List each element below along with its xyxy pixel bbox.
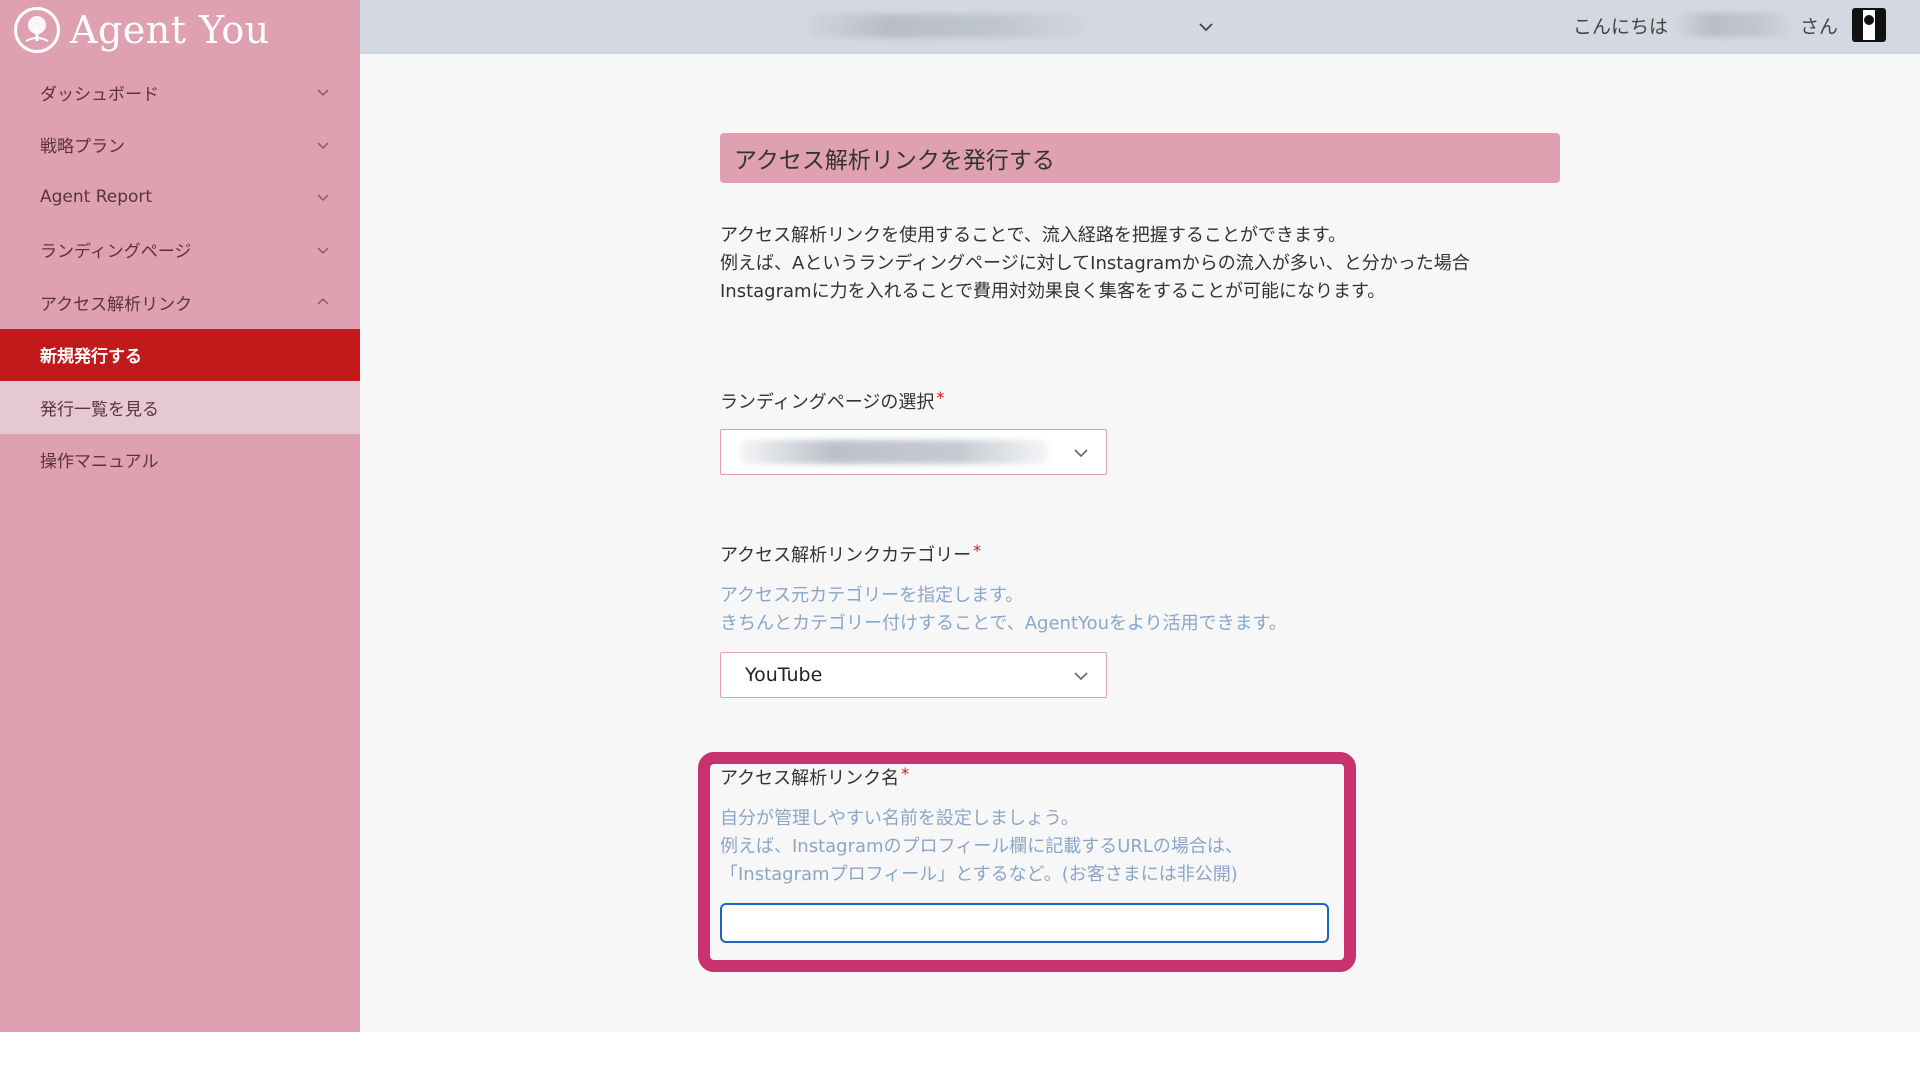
category-label: アクセス解析リンクカテゴリー * bbox=[720, 541, 981, 567]
sidebar-item-label: 操作マニュアル bbox=[40, 452, 159, 473]
sidebar-item-landing-page[interactable]: ランディングページ bbox=[0, 224, 360, 277]
chevron-down-icon bbox=[1072, 667, 1090, 685]
category-label-text: アクセス解析リンクカテゴリー bbox=[720, 545, 972, 566]
top-bar: こんにちは さん bbox=[360, 0, 1920, 54]
link-name-help: 自分が管理しやすい名前を設定しましょう。 例えば、Instagramのプロフィー… bbox=[720, 805, 1243, 889]
sidebar-item-label: 戦略プラン bbox=[40, 137, 125, 158]
avatar[interactable] bbox=[1852, 8, 1886, 42]
sidebar-item-new-issue[interactable]: 新規発行する bbox=[0, 328, 360, 381]
chevron-up-icon bbox=[316, 295, 330, 309]
help-line: アクセス元カテゴリーを指定します。 bbox=[720, 585, 1024, 606]
chevron-down-icon bbox=[316, 138, 330, 152]
chevron-down-icon bbox=[316, 243, 330, 257]
link-name-label: アクセス解析リンク名 * bbox=[720, 764, 909, 790]
tree-logo-icon bbox=[14, 7, 60, 53]
help-line: 例えば、Instagramのプロフィール欄に記載するURLの場合は、 bbox=[720, 836, 1243, 857]
redacted-lp-name bbox=[739, 440, 1049, 464]
page-title: アクセス解析リンクを発行する bbox=[720, 133, 1560, 183]
intro-line: アクセス解析リンクを使用することで、流入経路を把握することができます。 bbox=[720, 225, 1347, 246]
sidebar-item-label: アクセス解析リンク bbox=[40, 294, 193, 315]
required-mark: * bbox=[901, 764, 910, 783]
sidebar-item-issued-list[interactable]: 発行一覧を見る bbox=[0, 381, 360, 434]
logo[interactable]: Agent You bbox=[14, 4, 270, 56]
category-selected-value: YouTube bbox=[745, 664, 823, 686]
sidebar-item-label: 発行一覧を見る bbox=[40, 399, 159, 420]
link-name-label-text: アクセス解析リンク名 bbox=[720, 768, 900, 789]
help-line: 自分が管理しやすい名前を設定しましょう。 bbox=[720, 808, 1079, 829]
lp-select-label: ランディングページの選択 * bbox=[720, 388, 944, 414]
chevron-down-icon bbox=[316, 85, 330, 99]
intro-line: Instagramに力を入れることで費用対効果良く集客をすることが可能になります… bbox=[720, 281, 1386, 302]
chevron-down-icon bbox=[1197, 18, 1215, 36]
intro-line: 例えば、Aというランディングページに対してInstagramからの流入が多い、と… bbox=[720, 253, 1470, 274]
sidebar-item-manual[interactable]: 操作マニュアル bbox=[0, 434, 360, 487]
store-selector[interactable] bbox=[805, 10, 1215, 44]
sidebar-item-label: Agent Report bbox=[40, 187, 153, 208]
sidebar-item-label: ランディングページ bbox=[40, 242, 192, 263]
sidebar-item-label: ダッシュボード bbox=[40, 84, 159, 105]
sidebar-item-agent-report[interactable]: Agent Report bbox=[0, 171, 360, 224]
sidebar-nav: ダッシュボード 戦略プラン Agent Report ランディングページ アクセ… bbox=[0, 66, 360, 486]
sidebar-item-label: 新規発行する bbox=[40, 347, 142, 368]
lp-select[interactable] bbox=[720, 429, 1107, 475]
chevron-down-icon bbox=[316, 190, 330, 204]
chevron-down-icon bbox=[1072, 444, 1090, 462]
sidebar-item-dashboard[interactable]: ダッシュボード bbox=[0, 66, 360, 119]
page-title-text: アクセス解析リンクを発行する bbox=[734, 148, 1055, 174]
sidebar: Agent You ダッシュボード 戦略プラン Agent Report ランデ… bbox=[0, 0, 360, 1032]
greeting-suffix: さん bbox=[1799, 15, 1838, 38]
link-name-input[interactable] bbox=[720, 903, 1329, 943]
intro-text: アクセス解析リンクを使用することで、流入経路を把握することができます。 例えば、… bbox=[720, 222, 1560, 306]
sidebar-item-access-link[interactable]: アクセス解析リンク bbox=[0, 276, 360, 329]
app-window: Agent You ダッシュボード 戦略プラン Agent Report ランデ… bbox=[0, 0, 1920, 1032]
user-greeting: こんにちは さん bbox=[1573, 0, 1886, 50]
category-help: アクセス元カテゴリーを指定します。 きちんとカテゴリー付けすることで、Agent… bbox=[720, 582, 1287, 638]
redacted-user-name bbox=[1675, 11, 1792, 39]
help-line: 「Instagramプロフィール」とするなど。(お客さまには非公開) bbox=[720, 864, 1238, 885]
logo-text: Agent You bbox=[70, 8, 270, 52]
lp-select-label-text: ランディングページの選択 bbox=[720, 392, 935, 413]
required-mark: * bbox=[936, 388, 945, 407]
sidebar-item-strategy-plan[interactable]: 戦略プラン bbox=[0, 119, 360, 172]
redacted-store-name bbox=[805, 14, 1085, 38]
category-select[interactable]: YouTube bbox=[720, 652, 1107, 698]
help-line: きちんとカテゴリー付けすることで、AgentYouをより活用できます。 bbox=[720, 613, 1287, 634]
required-mark: * bbox=[973, 541, 982, 560]
greeting-prefix: こんにちは bbox=[1572, 15, 1668, 38]
